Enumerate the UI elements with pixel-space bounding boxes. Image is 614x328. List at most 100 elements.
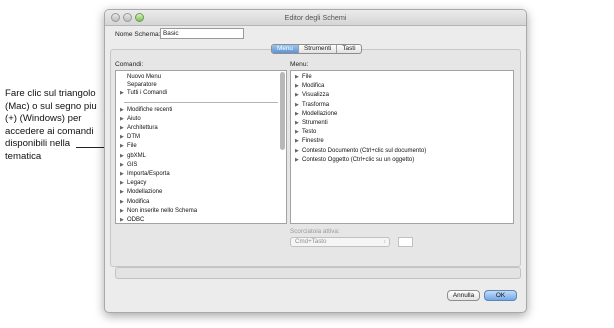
list-item[interactable]: ▶ Modifiche recenti [116,106,286,115]
list-item[interactable]: ▶ Strumenti [291,119,513,128]
disclosure-triangle-icon[interactable]: ▶ [120,199,127,207]
shortcut-select-value: Cmd+Tasto [295,238,327,245]
list-item[interactable]: ▶ Finestre [291,137,513,146]
disclosure-triangle-icon[interactable]: ▶ [120,134,127,142]
list-item-label: Trasforma [302,101,330,108]
disclosure-triangle-icon[interactable]: ▶ [120,171,127,179]
shortcut-select[interactable]: Cmd+Tasto ↕ [290,237,390,247]
list-item[interactable]: ▶ Testo [291,128,513,137]
list-item[interactable]: ▶ Non inserite nello Schema [116,207,286,216]
ok-button[interactable]: OK [484,290,517,301]
schema-name-label: Nome Schema: [115,31,161,38]
list-item[interactable]: ▶ Contesto Oggetto (Ctrl+clic su un ogget… [291,156,513,165]
list-item[interactable]: ▶ Tutti i Comandi [116,89,286,98]
list-item-label: File [127,143,137,150]
list-item-label: Importa/Esporta [127,171,170,178]
commands-label: Comandi: [115,61,144,68]
cancel-button[interactable]: Annulla [447,290,480,301]
list-item-label: Modifica [127,198,150,205]
list-item-label: DTM [127,134,140,141]
active-shortcut-label: Scorciatoia attiva: [290,228,340,235]
tab-bar: Menu Strumenti Tasti [271,44,362,54]
list-item[interactable]: ▶ Architettura [116,124,286,133]
list-item[interactable]: ▶ Trasforma [291,101,513,110]
schema-name-input[interactable] [160,28,244,39]
list-item-label: Contesto Documento (Ctrl+clic sul docume… [302,147,427,154]
description-bar [115,267,521,279]
disclosure-triangle-icon[interactable]: ▶ [120,143,127,151]
disclosure-triangle-icon[interactable]: ▶ [295,83,302,91]
disclosure-triangle-icon[interactable]: ▶ [295,74,302,82]
list-item-label: Tutti i Comandi [127,90,168,97]
list-item-label: Modifica [302,83,325,90]
list-item-label: Modellazione [302,110,338,117]
list-item-label: Modellazione [127,189,163,196]
tab-menu[interactable]: Menu [272,45,299,53]
list-item[interactable]: ▶ Aiuto [116,115,286,124]
separator [124,101,278,103]
list-item[interactable]: Separatore [116,81,286,89]
tab-tasti[interactable]: Tasti [337,45,360,53]
disclosure-triangle-icon[interactable]: ▶ [120,208,127,216]
list-item-label: Separatore [127,82,157,89]
list-item-label: Visualizza [302,92,329,99]
disclosure-triangle-icon[interactable]: ▶ [120,162,127,170]
disclosure-triangle-icon[interactable]: ▶ [120,189,127,197]
list-item[interactable]: ▶ Importa/Esporta [116,170,286,179]
list-item[interactable]: ▶ File [116,142,286,151]
scrollbar-thumb[interactable] [280,72,285,150]
disclosure-triangle-icon[interactable]: ▶ [295,120,302,128]
list-item-label: GIS [127,161,138,168]
list-item-label: gbXML [127,152,147,159]
disclosure-triangle-icon[interactable]: ▶ [295,92,302,100]
list-item[interactable]: ▶ ODBC [116,216,286,224]
disclosure-triangle-icon[interactable]: ▶ [120,125,127,133]
menu-list[interactable]: ▶ File ▶ Modifica ▶ Visualizza ▶ Trasforma ▶… [290,70,514,224]
annotation-text: Fare clic sul triangolo (Mac) o sul segn… [5,88,97,162]
list-item-label: Strumenti [302,120,328,127]
list-item-label: Finestre [302,138,324,145]
disclosure-triangle-icon[interactable]: ▶ [295,157,302,165]
disclosure-triangle-icon[interactable]: ▶ [295,129,302,137]
list-item[interactable]: ▶ GIS [116,161,286,170]
list-item-label: Testo [302,129,317,136]
disclosure-triangle-icon[interactable]: ▶ [120,217,127,223]
list-item[interactable]: ▶ Modellazione [291,110,513,119]
disclosure-triangle-icon[interactable]: ▶ [295,148,302,156]
list-item[interactable]: ▶ Modellazione [116,188,286,197]
tab-strumenti[interactable]: Strumenti [299,45,338,53]
list-item-label: Contesto Oggetto (Ctrl+clic su un oggett… [302,156,415,163]
disclosure-triangle-icon[interactable]: ▶ [120,90,127,98]
list-item-label: Aiuto [127,115,141,122]
list-item[interactable]: Nuovo Menu [116,73,286,81]
schema-editor-window: Editor degli Schemi Nome Schema: Menu St… [104,9,527,313]
disclosure-triangle-icon[interactable]: ▶ [120,107,127,115]
list-item[interactable]: ▶ Visualizza [291,91,513,100]
list-item[interactable]: ▶ Modifica [291,82,513,91]
window-title: Editor degli Schemi [284,13,347,22]
list-item[interactable]: ▶ gbXML [116,152,286,161]
commands-list[interactable]: Nuovo Menu Separatore ▶ Tutti i Comandi ▶… [115,70,287,224]
list-item-label: ODBC [127,217,145,224]
title-bar: Editor degli Schemi [105,10,526,26]
disclosure-triangle-icon[interactable]: ▶ [295,102,302,110]
list-item[interactable]: ▶ Modifica [116,198,286,207]
commands-scrollbar[interactable] [280,72,285,222]
list-item[interactable]: ▶ DTM [116,133,286,142]
list-item-label: Architettura [127,125,158,132]
shortcut-key-field[interactable] [398,237,413,247]
disclosure-triangle-icon[interactable]: ▶ [120,116,127,124]
list-item-label: Modifiche recenti [127,106,173,113]
disclosure-triangle-icon[interactable]: ▶ [120,153,127,161]
up-down-arrows-icon: ↕ [383,239,387,245]
list-item[interactable]: ▶ File [291,73,513,82]
list-item-label: File [302,74,312,80]
list-item[interactable]: ▶ Legacy [116,179,286,188]
list-item-label: Legacy [127,180,147,187]
disclosure-triangle-icon[interactable]: ▶ [295,111,302,119]
list-item[interactable]: ▶ Contesto Documento (Ctrl+clic sul docum… [291,147,513,156]
menu-label: Menu: [290,61,309,68]
list-item-label: Nuovo Menu [127,74,162,80]
disclosure-triangle-icon[interactable]: ▶ [120,180,127,188]
disclosure-triangle-icon[interactable]: ▶ [295,138,302,146]
